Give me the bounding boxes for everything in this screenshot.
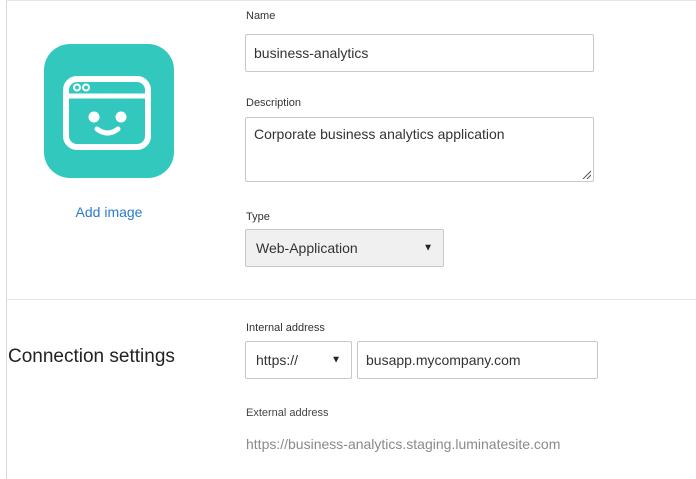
- description-textarea[interactable]: Corporate business analytics application: [245, 117, 594, 182]
- name-label: Name: [246, 10, 276, 22]
- application-settings-page: Add image Name business-analytics Descri…: [0, 0, 696, 479]
- name-input[interactable]: business-analytics: [245, 34, 594, 72]
- caret-down-icon: ▼: [423, 242, 433, 254]
- protocol-select-value: https://: [256, 352, 299, 368]
- external-address-value: https://business-analytics.staging.lumin…: [246, 436, 561, 452]
- description-label: Description: [246, 97, 302, 109]
- protocol-select[interactable]: https:// ▼: [245, 341, 352, 379]
- caret-down-icon: ▼: [331, 354, 341, 366]
- internal-address-label: Internal address: [246, 322, 325, 334]
- section-divider: [6, 299, 696, 300]
- connection-settings-title: Connection settings: [8, 346, 175, 367]
- left-border: [6, 0, 7, 479]
- app-window-smile-icon[interactable]: [44, 44, 174, 178]
- internal-address-input[interactable]: busapp.mycompany.com: [357, 341, 598, 379]
- type-select[interactable]: Web-Application ▼: [245, 229, 444, 267]
- add-image-link[interactable]: Add image: [44, 204, 174, 220]
- type-label: Type: [246, 211, 270, 223]
- type-select-value: Web-Application: [256, 240, 358, 256]
- description-text: Corporate business analytics application: [254, 126, 505, 142]
- external-address-label: External address: [246, 407, 329, 419]
- resize-grip-icon[interactable]: [581, 169, 591, 179]
- top-border: [6, 0, 696, 1]
